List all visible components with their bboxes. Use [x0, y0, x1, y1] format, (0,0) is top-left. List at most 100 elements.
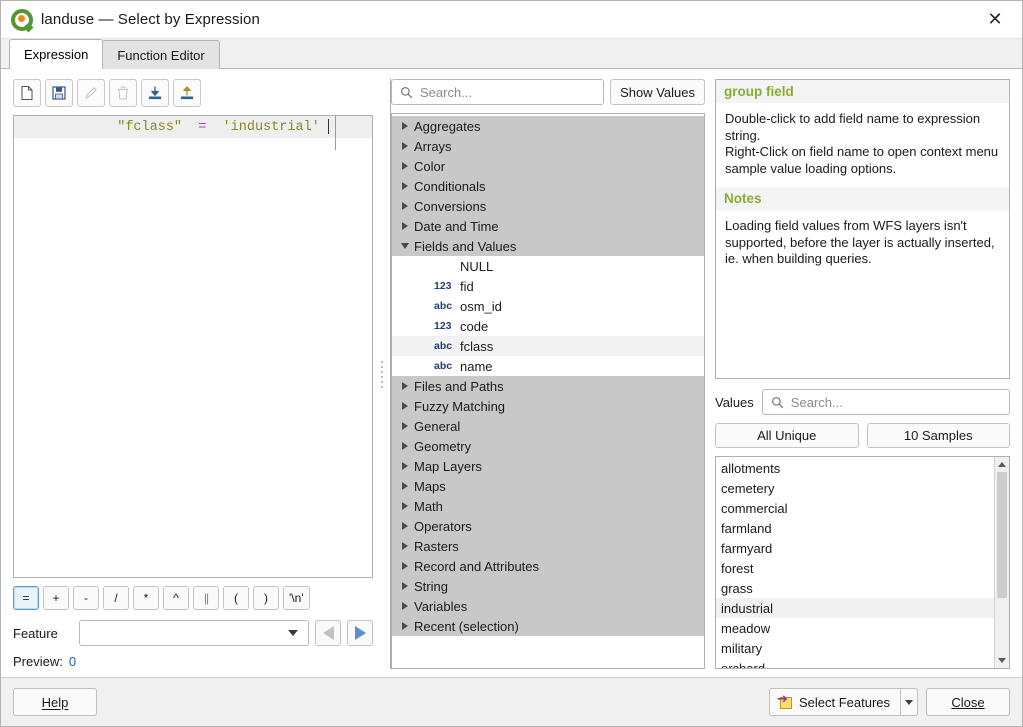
- value-list-item[interactable]: farmland: [716, 518, 994, 538]
- chevron-right-icon: [396, 542, 414, 550]
- previous-feature-icon: [322, 626, 334, 640]
- function-search-input[interactable]: Search...: [391, 79, 605, 105]
- values-search-input[interactable]: Search...: [761, 389, 1010, 415]
- chevron-down-icon: [288, 630, 298, 636]
- scroll-up-icon[interactable]: [995, 457, 1009, 472]
- import-expression-icon[interactable]: [141, 79, 169, 107]
- tree-group-fields-and-values[interactable]: Fields and Values: [392, 236, 704, 256]
- chevron-right-icon: [396, 202, 414, 210]
- text-caret: [327, 118, 329, 134]
- value-list-item[interactable]: commercial: [716, 498, 994, 518]
- tree-group-map-layers[interactable]: Map Layers: [392, 456, 704, 476]
- chevron-right-icon: [396, 142, 414, 150]
- tree-group-aggregates[interactable]: Aggregates: [392, 116, 704, 136]
- values-scrollbar[interactable]: [994, 457, 1009, 668]
- operator-plus-button[interactable]: +: [43, 586, 69, 610]
- ten-samples-button[interactable]: 10 Samples: [866, 423, 1010, 448]
- value-list-item[interactable]: meadow: [716, 618, 994, 638]
- tree-group-color[interactable]: Color: [392, 156, 704, 176]
- close-window-icon[interactable]: ✕: [974, 4, 1016, 36]
- tree-group-fuzzy-matching[interactable]: Fuzzy Matching: [392, 396, 704, 416]
- operator-equals-button[interactable]: =: [13, 586, 39, 610]
- value-list-item[interactable]: grass: [716, 578, 994, 598]
- operator-concat-label: ||: [203, 591, 209, 605]
- help-button-label: Help: [41, 694, 69, 710]
- scrollbar-thumb[interactable]: [997, 472, 1007, 598]
- function-search-placeholder: Search...: [420, 84, 473, 100]
- tree-group-variables[interactable]: Variables: [392, 596, 704, 616]
- all-unique-button[interactable]: All Unique: [715, 423, 859, 448]
- tree-group-arrays[interactable]: Arrays: [392, 136, 704, 156]
- tree-field-fclass[interactable]: abc fclass: [392, 336, 704, 356]
- next-feature-button[interactable]: [347, 620, 373, 646]
- operator-open-paren-button[interactable]: (: [223, 586, 249, 610]
- help-title: group field: [716, 80, 1009, 103]
- operator-concat-button[interactable]: ||: [193, 586, 219, 610]
- expression-line[interactable]: "fclass" = 'industrial': [14, 116, 372, 151]
- select-features-dropdown-button[interactable]: [900, 688, 918, 716]
- operator-multiply-button[interactable]: *: [133, 586, 159, 610]
- chevron-right-icon: [396, 162, 414, 170]
- help-paragraph-2: Right-Click on field name to open contex…: [725, 144, 999, 176]
- tree-field-null[interactable]: NULL: [392, 256, 704, 276]
- expression-toolbar: [13, 79, 373, 107]
- feature-combobox[interactable]: [79, 620, 309, 646]
- field-label: code: [460, 318, 489, 334]
- tree-group-general[interactable]: General: [392, 416, 704, 436]
- tree-group-math[interactable]: Math: [392, 496, 704, 516]
- help-button[interactable]: Help: [13, 688, 97, 716]
- select-features-button[interactable]: ➔ Select Features: [768, 688, 900, 716]
- tree-group-label: Geometry: [414, 438, 472, 454]
- function-tree[interactable]: Aggregates Arrays Color Conditionals Con…: [391, 113, 705, 669]
- tab-function-editor[interactable]: Function Editor: [102, 40, 220, 69]
- tree-field-fid[interactable]: 123 fid: [392, 276, 704, 296]
- tree-group-rasters[interactable]: Rasters: [392, 536, 704, 556]
- tree-group-files-and-paths[interactable]: Files and Paths: [392, 376, 704, 396]
- scrollbar-track[interactable]: [995, 598, 1009, 653]
- tree-field-name[interactable]: abc name: [392, 356, 704, 376]
- tree-group-string[interactable]: String: [392, 576, 704, 596]
- value-list-item[interactable]: orchard: [716, 658, 994, 669]
- next-feature-icon: [354, 626, 366, 640]
- expression-field-token: "fclass": [117, 120, 183, 136]
- tree-group-recent-selection[interactable]: Recent (selection): [392, 616, 704, 636]
- tree-group-record-and-attributes[interactable]: Record and Attributes: [392, 556, 704, 576]
- tree-group-date-and-time[interactable]: Date and Time: [392, 216, 704, 236]
- value-list-item[interactable]: allotments: [716, 458, 994, 478]
- tree-group-label: Math: [414, 498, 443, 514]
- close-button[interactable]: Close: [926, 688, 1010, 716]
- expression-editor[interactable]: "fclass" = 'industrial': [13, 115, 373, 578]
- tree-group-operators[interactable]: Operators: [392, 516, 704, 536]
- export-expression-icon[interactable]: [173, 79, 201, 107]
- tree-group-label: Variables: [414, 598, 468, 614]
- value-list-item[interactable]: cemetery: [716, 478, 994, 498]
- tree-field-osm-id[interactable]: abc osm_id: [392, 296, 704, 316]
- value-list-item[interactable]: military: [716, 638, 994, 658]
- search-icon: [401, 86, 413, 98]
- operator-newline-button[interactable]: '\n': [283, 586, 310, 610]
- tree-group-label: Operators: [414, 518, 472, 534]
- tree-group-maps[interactable]: Maps: [392, 476, 704, 496]
- value-list-item[interactable]: farmyard: [716, 538, 994, 558]
- show-values-button[interactable]: Show Values: [610, 79, 705, 105]
- operator-divide-button[interactable]: /: [103, 586, 129, 610]
- tree-group-conditionals[interactable]: Conditionals: [392, 176, 704, 196]
- tree-group-label: Date and Time: [414, 218, 499, 234]
- tree-group-conversions[interactable]: Conversions: [392, 196, 704, 216]
- operator-power-button[interactable]: ^: [163, 586, 189, 610]
- operator-close-paren-button[interactable]: ): [253, 586, 279, 610]
- value-list-item[interactable]: forest: [716, 558, 994, 578]
- new-expression-icon[interactable]: [13, 79, 41, 107]
- select-features-icon: ➔: [777, 693, 793, 710]
- left-splitter-handle[interactable]: [373, 79, 391, 669]
- save-expression-icon[interactable]: [45, 79, 73, 107]
- operator-minus-button[interactable]: -: [73, 586, 99, 610]
- field-type-icon: abc: [434, 300, 453, 312]
- tree-group-geometry[interactable]: Geometry: [392, 436, 704, 456]
- scroll-down-icon[interactable]: [995, 653, 1009, 668]
- select-features-split-button: ➔ Select Features: [768, 688, 918, 716]
- tab-expression[interactable]: Expression: [9, 39, 104, 69]
- value-list-item-selected[interactable]: industrial: [716, 598, 994, 618]
- tree-field-code[interactable]: 123 code: [392, 316, 704, 336]
- values-list[interactable]: allotments cemetery commercial farmland …: [715, 456, 1010, 669]
